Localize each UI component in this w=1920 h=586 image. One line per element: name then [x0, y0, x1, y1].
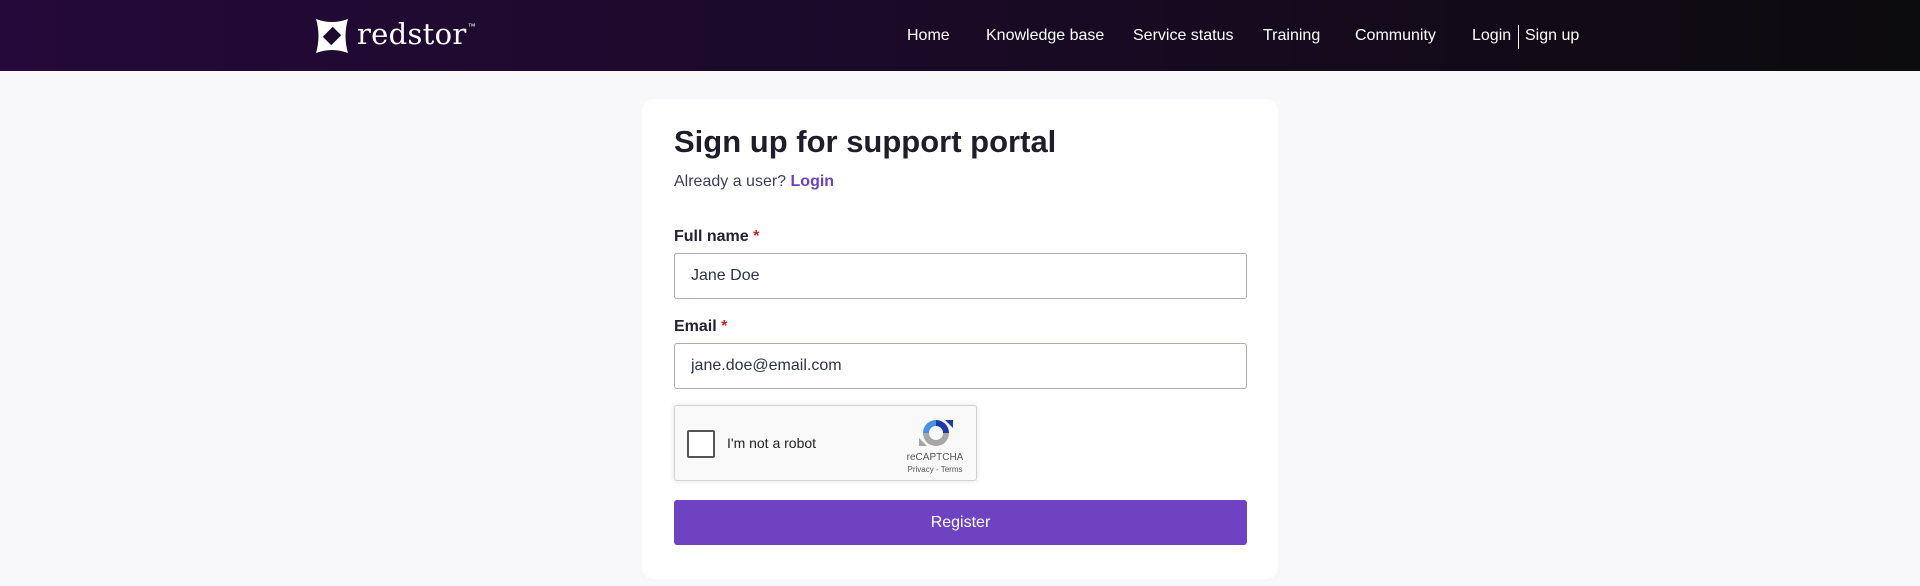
nav-training[interactable]: Training — [1263, 27, 1320, 45]
already-user-text: Already a user? — [674, 173, 787, 190]
recaptcha-brand: reCAPTCHA — [906, 452, 964, 463]
recaptcha-widget: I'm not a robot reCAPTCHA Privacy - Term… — [674, 405, 977, 481]
recaptcha-link-separator: - — [933, 465, 941, 474]
recaptcha-privacy-link[interactable]: Privacy — [908, 465, 934, 474]
full-name-label-text: Full name — [674, 228, 749, 245]
main-nav: Home Knowledge base Service status Train… — [0, 0, 1920, 71]
required-marker: * — [721, 318, 728, 335]
nav-service-status[interactable]: Service status — [1133, 27, 1233, 45]
full-name-input[interactable] — [674, 253, 1247, 299]
email-label-text: Email — [674, 318, 717, 335]
already-user-line: Already a user? Login — [674, 173, 834, 191]
nav-sign-up[interactable]: Sign up — [1525, 27, 1579, 45]
nav-divider — [1518, 25, 1519, 49]
nav-community[interactable]: Community — [1355, 27, 1436, 45]
top-navigation-bar: redstor ™ Home Knowledge base Service st… — [0, 0, 1920, 71]
recaptcha-terms-link[interactable]: Terms — [941, 465, 963, 474]
recaptcha-checkbox[interactable] — [687, 430, 715, 458]
email-input[interactable] — [674, 343, 1247, 389]
login-link[interactable]: Login — [791, 173, 835, 190]
recaptcha-logo-icon — [919, 420, 953, 446]
email-label: Email * — [674, 318, 727, 336]
register-button[interactable]: Register — [674, 500, 1247, 545]
required-marker: * — [753, 228, 760, 245]
page-title: Sign up for support portal — [674, 124, 1057, 159]
recaptcha-label: I'm not a robot — [727, 435, 817, 451]
recaptcha-links: Privacy - Terms — [895, 465, 975, 474]
nav-login[interactable]: Login — [1472, 27, 1511, 45]
nav-knowledge-base[interactable]: Knowledge base — [986, 27, 1104, 45]
signup-card: Sign up for support portal Already a use… — [642, 99, 1278, 579]
nav-home[interactable]: Home — [907, 27, 950, 45]
full-name-label: Full name * — [674, 228, 759, 246]
